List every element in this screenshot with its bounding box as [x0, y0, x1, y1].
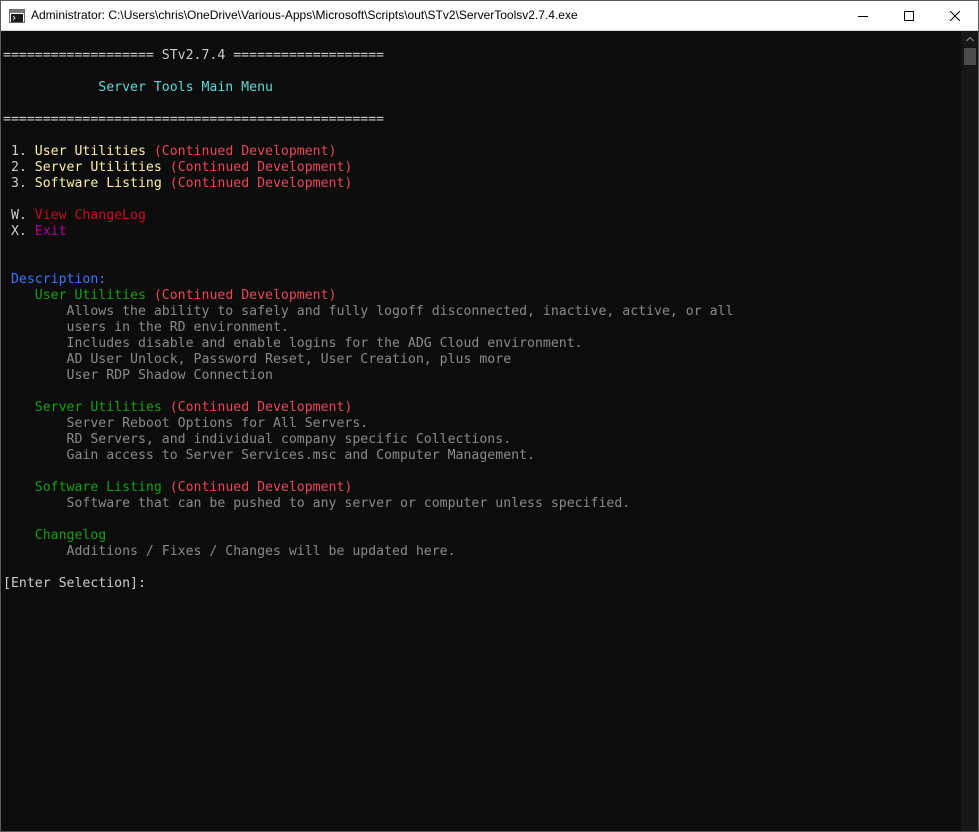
- description-line: Gain access to Server Services.msc and C…: [3, 448, 535, 463]
- section-title-server-utilities: Server Utilities (Continued Development): [3, 400, 353, 415]
- title-bar[interactable]: Administrator: C:\Users\chris\OneDrive\V…: [0, 0, 979, 31]
- vertical-scrollbar[interactable]: [961, 31, 979, 832]
- scroll-up-arrow-icon[interactable]: [961, 31, 979, 48]
- menu-label: Software Listing: [34, 176, 162, 191]
- menu-item-server-utilities: 2. Server Utilities (Continued Developme…: [3, 160, 961, 176]
- menu-title: Server Tools Main Menu: [3, 80, 273, 95]
- maximize-icon: [904, 6, 914, 25]
- menu-divider: ========================================…: [3, 112, 385, 127]
- description-line: Allows the ability to safely and fully l…: [3, 304, 734, 319]
- description-line: Server Reboot Options for All Servers.: [3, 416, 369, 431]
- section-title-user-utilities: User Utilities (Continued Development): [3, 288, 337, 303]
- description-line: users in the RD environment.: [3, 320, 289, 335]
- window-title: Administrator: C:\Users\chris\OneDrive\V…: [31, 8, 578, 22]
- menu-key: W.: [3, 208, 35, 223]
- description-line: AD User Unlock, Password Reset, User Cre…: [3, 352, 512, 367]
- menu-key: X.: [3, 224, 35, 239]
- console-window: Administrator: C:\Users\chris\OneDrive\V…: [0, 0, 979, 832]
- section-title-software-listing: Software Listing (Continued Development): [3, 480, 353, 495]
- console-icon: [9, 8, 25, 23]
- menu-note: (Continued Development): [161, 160, 353, 175]
- menu-label: View ChangeLog: [34, 208, 146, 223]
- description-heading: Description:: [3, 272, 107, 287]
- close-icon: [949, 6, 961, 25]
- menu-item-view-changelog: W. View ChangeLog: [3, 208, 961, 224]
- menu-key: 3.: [3, 176, 35, 191]
- menu-item-software-listing: 3. Software Listing (Continued Developme…: [3, 176, 961, 192]
- description-line: Includes disable and enable logins for t…: [3, 336, 583, 351]
- menu-note: (Continued Development): [161, 176, 353, 191]
- close-button[interactable]: [932, 0, 978, 31]
- menu-note: (Continued Development): [145, 144, 337, 159]
- description-line: User RDP Shadow Connection: [3, 368, 273, 383]
- minimize-icon: [858, 6, 868, 25]
- description-line: RD Servers, and individual company speci…: [3, 432, 512, 447]
- menu-label: User Utilities: [34, 144, 146, 159]
- maximize-button[interactable]: [886, 0, 932, 31]
- input-prompt[interactable]: [Enter Selection]:: [3, 576, 961, 592]
- menu-item-exit: X. Exit: [3, 224, 961, 240]
- menu-key: 2.: [3, 160, 35, 175]
- menu-item-user-utilities: 1. User Utilities (Continued Development…: [3, 144, 961, 160]
- menu-label: Exit: [34, 224, 67, 239]
- description-line: Additions / Fixes / Changes will be upda…: [3, 544, 456, 559]
- console-output[interactable]: =================== STv2.7.4 ===========…: [0, 31, 961, 832]
- menu-label: Server Utilities: [34, 160, 162, 175]
- menu-key: 1.: [3, 144, 35, 159]
- scrollbar-thumb[interactable]: [964, 48, 976, 65]
- minimize-button[interactable]: [840, 0, 886, 31]
- section-title-changelog: Changelog: [3, 528, 107, 543]
- description-line: Software that can be pushed to any serve…: [3, 496, 631, 511]
- version-header: =================== STv2.7.4 ===========…: [3, 48, 385, 63]
